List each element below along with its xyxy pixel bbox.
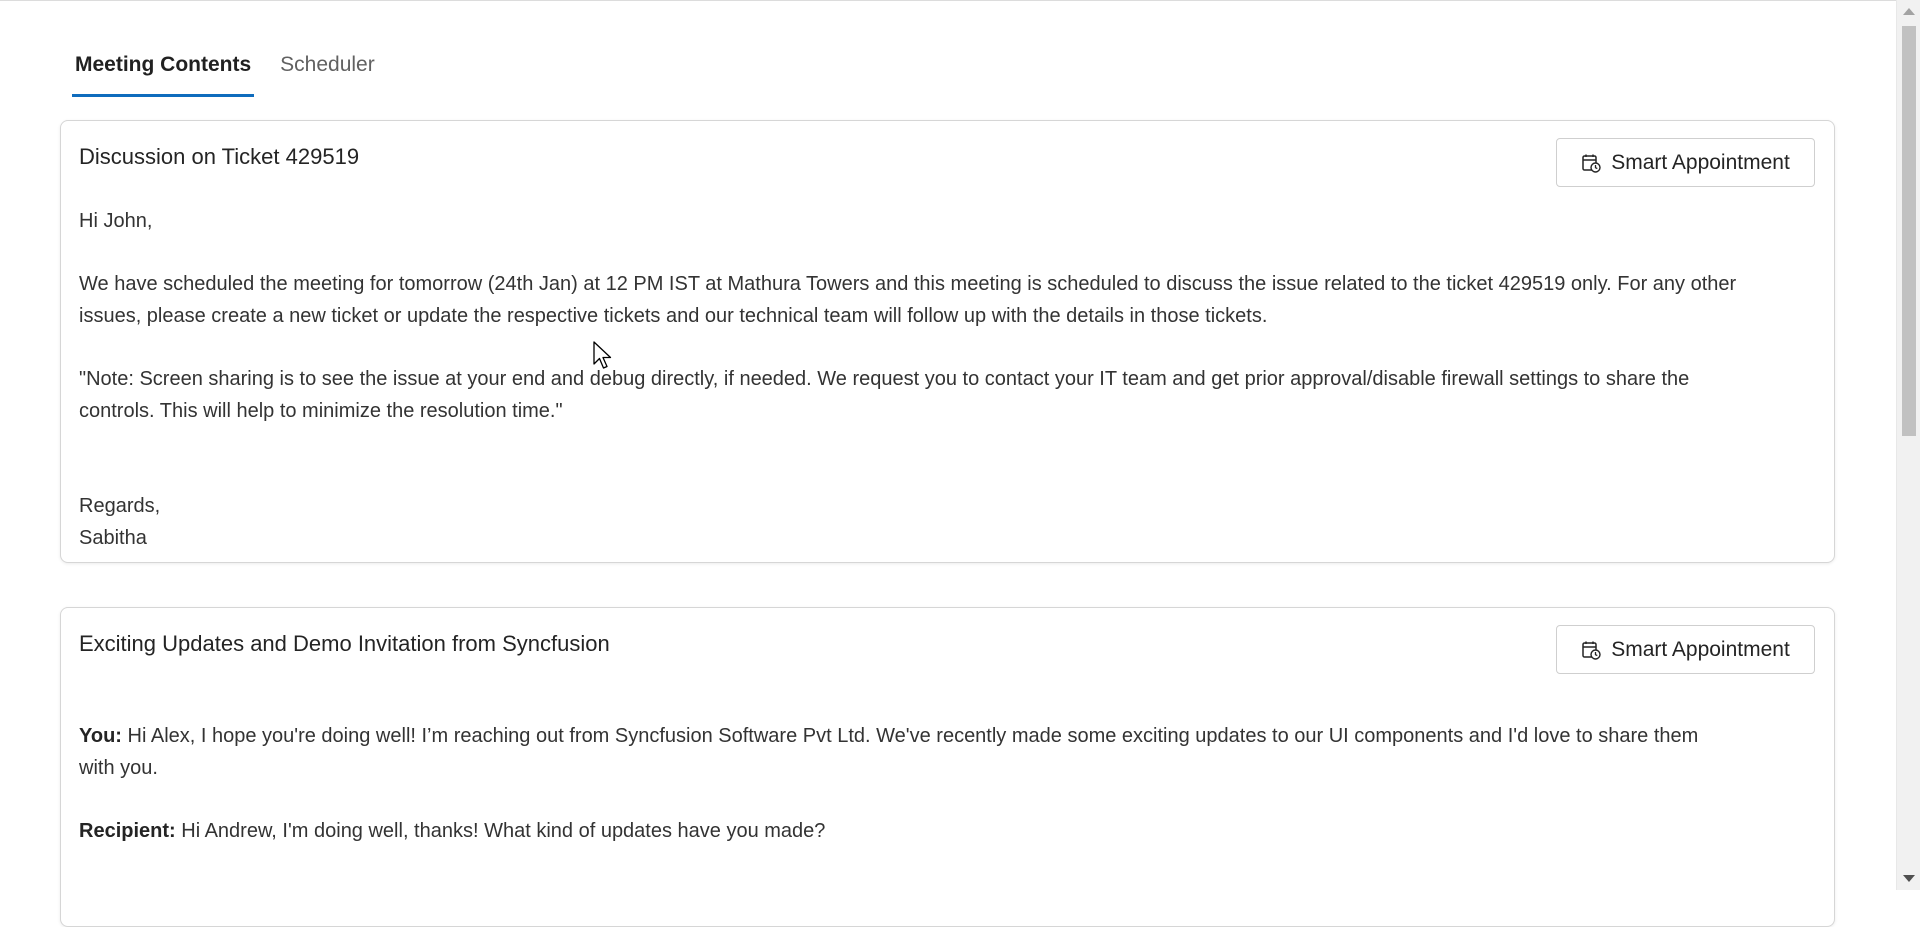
tab-meeting-contents[interactable]: Meeting Contents: [72, 40, 255, 97]
calendar-clock-icon: [1581, 153, 1601, 173]
sign-off: Regards, Sabitha: [79, 490, 1816, 554]
calendar-clock-icon: [1581, 640, 1601, 660]
card-body: Hi John, We have scheduled the meeting f…: [79, 205, 1816, 554]
card-title: Discussion on Ticket 429519: [79, 144, 360, 169]
meeting-card-ticket: Discussion on Ticket 429519 Smart Appoin…: [60, 120, 1835, 563]
note-paragraph: "Note: Screen sharing is to see the issu…: [79, 363, 1816, 427]
scroll-thumb[interactable]: [1902, 26, 1916, 436]
speaker-label: You:: [79, 725, 122, 747]
conversation-message: You: Hi Alex, I hope you're doing well! …: [79, 720, 1816, 784]
card-body: You: Hi Alex, I hope you're doing well! …: [79, 720, 1816, 878]
text-line: issues, please create a new ticket or up…: [79, 305, 1268, 327]
text-line: with you.: [79, 757, 158, 779]
text-line: Recipient: Hi Andrew, I'm doing well, th…: [79, 815, 1816, 847]
signature: Sabitha: [79, 527, 147, 549]
closing: Regards,: [79, 495, 161, 517]
meeting-card-syncfusion: Exciting Updates and Demo Invitation fro…: [60, 607, 1835, 927]
card-title: Exciting Updates and Demo Invitation fro…: [79, 631, 610, 656]
text-line: We have scheduled the meeting for tomorr…: [79, 273, 1737, 295]
smart-appointment-button[interactable]: Smart Appointment: [1556, 138, 1815, 187]
scroll-up-icon[interactable]: [1903, 8, 1915, 15]
smart-appointment-label: Smart Appointment: [1611, 637, 1790, 661]
vertical-scrollbar[interactable]: [1896, 0, 1920, 890]
message-text: Hi Andrew, I'm doing well, thanks! What …: [175, 820, 826, 842]
tab-scheduler[interactable]: Scheduler: [277, 40, 378, 97]
message-text: Hi Alex, I hope you're doing well! I’m r…: [121, 725, 1699, 747]
text-line: "Note: Screen sharing is to see the issu…: [79, 368, 1690, 390]
tab-bar: Meeting Contents Scheduler: [72, 40, 401, 97]
meeting-paragraph: We have scheduled the meeting for tomorr…: [79, 268, 1816, 332]
text-line: You: Hi Alex, I hope you're doing well! …: [79, 720, 1816, 752]
smart-appointment-label: Smart Appointment: [1611, 150, 1790, 174]
speaker-label: Recipient:: [79, 820, 176, 842]
conversation-message: Recipient: Hi Andrew, I'm doing well, th…: [79, 815, 1816, 847]
scroll-down-icon[interactable]: [1903, 875, 1915, 882]
text-line: controls. This will help to minimize the…: [79, 400, 563, 422]
smart-appointment-button[interactable]: Smart Appointment: [1556, 625, 1815, 674]
mouse-pointer-icon: [593, 341, 613, 376]
top-divider: [0, 0, 1896, 1]
greeting: Hi John,: [79, 210, 153, 232]
